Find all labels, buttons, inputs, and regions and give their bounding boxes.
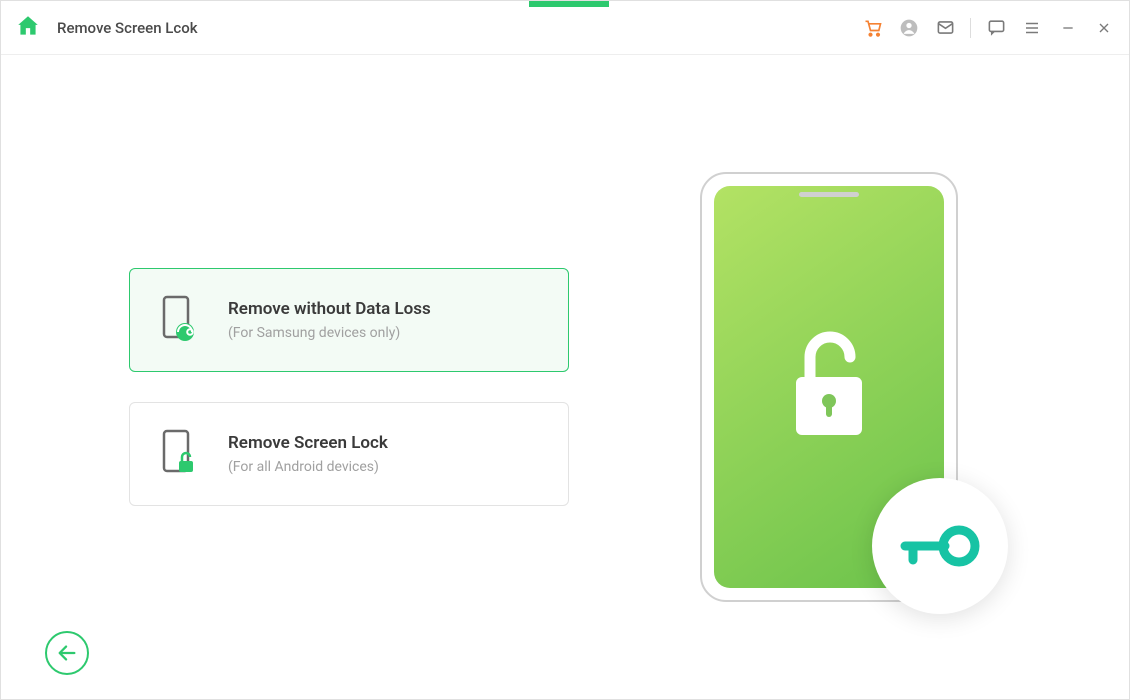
titlebar-accent bbox=[529, 1, 609, 7]
content: Remove without Data Loss (For Samsung de… bbox=[1, 55, 1129, 699]
menu-icon[interactable] bbox=[1017, 13, 1047, 43]
feedback-icon[interactable] bbox=[981, 13, 1011, 43]
key-badge-icon bbox=[872, 478, 1008, 614]
option-title: Remove without Data Loss bbox=[228, 299, 431, 319]
back-button[interactable] bbox=[45, 631, 89, 675]
phone-unlock-icon bbox=[160, 429, 200, 479]
phone-check-icon bbox=[160, 295, 200, 345]
minimize-button[interactable] bbox=[1053, 13, 1083, 43]
option-title: Remove Screen Lock bbox=[228, 433, 388, 453]
cart-icon[interactable] bbox=[858, 13, 888, 43]
user-icon[interactable] bbox=[894, 13, 924, 43]
options-panel: Remove without Data Loss (For Samsung de… bbox=[129, 115, 609, 659]
home-icon[interactable] bbox=[15, 13, 41, 43]
mail-icon[interactable] bbox=[930, 13, 960, 43]
illustration-panel bbox=[609, 115, 1049, 659]
app-window: Remove Screen Lcok bbox=[0, 0, 1130, 700]
option-remove-screen-lock[interactable]: Remove Screen Lock (For all Android devi… bbox=[129, 402, 569, 506]
phone-illustration bbox=[700, 172, 958, 602]
option-subtitle: (For all Android devices) bbox=[228, 459, 388, 475]
titlebar: Remove Screen Lcok bbox=[1, 1, 1129, 55]
unlock-icon bbox=[784, 327, 874, 447]
close-button[interactable] bbox=[1089, 13, 1119, 43]
page-title: Remove Screen Lcok bbox=[57, 19, 198, 37]
phone-notch bbox=[799, 192, 859, 197]
option-subtitle: (For Samsung devices only) bbox=[228, 325, 431, 341]
option-remove-without-data-loss[interactable]: Remove without Data Loss (For Samsung de… bbox=[129, 268, 569, 372]
separator bbox=[970, 18, 971, 38]
titlebar-icons bbox=[858, 13, 1119, 43]
